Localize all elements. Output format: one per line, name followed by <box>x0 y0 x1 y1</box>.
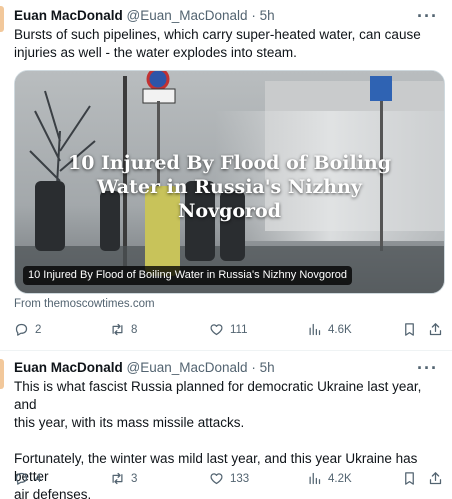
tweet-text-line: Bursts of such pipelines, which carry su… <box>14 27 421 42</box>
like-count: 133 <box>230 472 250 485</box>
like-count: 111 <box>230 323 248 336</box>
heart-icon <box>210 324 223 336</box>
repost-count: 8 <box>131 323 138 336</box>
author-name[interactable]: Euan MacDonald <box>14 360 123 375</box>
tweet-actions: 4 3 133 4.2K <box>14 471 444 491</box>
reply-button[interactable]: 2 <box>14 322 41 337</box>
more-options-icon[interactable]: ··· <box>417 7 438 25</box>
timestamp[interactable]: 5h <box>260 8 275 23</box>
avatar[interactable] <box>0 6 4 32</box>
like-button[interactable]: 133 <box>209 471 249 486</box>
author-name[interactable]: Euan MacDonald <box>14 8 123 23</box>
tweet-text-line: This is what fascist Russia planned for … <box>14 379 422 412</box>
reply-icon <box>15 323 28 336</box>
tweet-header: Euan MacDonald @Euan_MacDonald · 5h <box>14 7 275 25</box>
tweet-header: Euan MacDonald @Euan_MacDonald · 5h <box>14 359 275 377</box>
bookmark-icon <box>405 323 414 336</box>
bookmark-icon <box>405 472 414 485</box>
share-button[interactable] <box>428 322 443 337</box>
views-button[interactable]: 4.2K <box>307 471 352 486</box>
author-handle[interactable]: @Euan_MacDonald <box>127 8 248 23</box>
avatar[interactable] <box>0 359 4 389</box>
card-source[interactable]: From themoscowtimes.com <box>14 298 155 310</box>
repost-count: 3 <box>131 472 138 485</box>
views-count: 4.2K <box>328 472 352 485</box>
tweet-1[interactable]: Euan MacDonald @Euan_MacDonald · 5h ··· … <box>0 0 452 350</box>
reply-icon <box>15 472 28 485</box>
card-caption[interactable]: 10 Injured By Flood of Boiling Water in … <box>23 266 353 285</box>
repost-icon <box>112 323 123 336</box>
bookmark-button[interactable] <box>402 471 417 486</box>
tweet-text: Bursts of such pipelines, which carry su… <box>14 26 438 62</box>
views-button[interactable]: 4.6K <box>307 322 352 337</box>
tweet-text-line: injuries as well - the water explodes in… <box>14 45 297 60</box>
tweet-text-line <box>14 432 438 450</box>
repost-button[interactable]: 8 <box>110 322 137 337</box>
heart-icon <box>210 473 223 485</box>
like-button[interactable]: 111 <box>209 322 247 337</box>
separator: · <box>251 8 256 23</box>
link-card[interactable]: 10 Injured By Flood of Boiling Water in … <box>14 70 445 294</box>
reply-count: 2 <box>35 323 42 336</box>
views-icon <box>309 472 321 485</box>
reply-count: 4 <box>35 472 42 485</box>
share-icon <box>429 472 442 485</box>
timestamp[interactable]: 5h <box>260 360 275 375</box>
repost-icon <box>112 472 123 485</box>
separator: · <box>251 360 256 375</box>
reply-button[interactable]: 4 <box>14 471 41 486</box>
views-count: 4.6K <box>328 323 352 336</box>
repost-button[interactable]: 3 <box>110 471 137 486</box>
more-options-icon[interactable]: ··· <box>417 359 438 377</box>
share-button[interactable] <box>428 471 443 486</box>
author-handle[interactable]: @Euan_MacDonald <box>127 360 248 375</box>
views-icon <box>309 323 321 336</box>
tweet-2[interactable]: Euan MacDonald @Euan_MacDonald · 5h ··· … <box>0 351 452 499</box>
tweet-text-line: this year, with its mass missile attacks… <box>14 415 245 430</box>
tweet-actions: 2 8 111 4.6K <box>14 322 444 342</box>
card-headline: 10 Injured By Flood of Boiling Water in … <box>67 152 392 222</box>
bookmark-button[interactable] <box>402 322 417 337</box>
share-icon <box>429 323 442 336</box>
